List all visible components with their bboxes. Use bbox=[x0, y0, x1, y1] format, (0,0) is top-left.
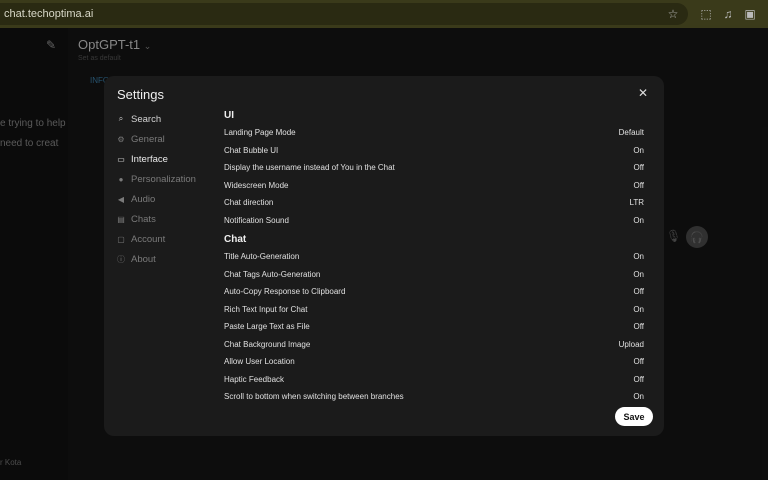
extension-icon[interactable]: ⬚ bbox=[698, 6, 714, 22]
nav-search[interactable]: ⌕ Search bbox=[116, 109, 226, 129]
setting-row: Chat direction LTR bbox=[224, 194, 644, 212]
setting-toggle[interactable]: On bbox=[633, 252, 644, 261]
settings-modal: Settings ✕ ⌕ Search ⚙ General ▭ Interfac… bbox=[104, 76, 664, 436]
notification-bell-icon[interactable]: ♫ bbox=[720, 6, 736, 22]
bookmark-star-icon[interactable]: ☆ bbox=[665, 6, 681, 22]
setting-toggle[interactable]: Off bbox=[633, 163, 644, 172]
nav-label: Interface bbox=[131, 153, 168, 165]
nav-label: Audio bbox=[131, 193, 156, 205]
setting-label: Notification Sound bbox=[224, 215, 289, 225]
setting-label: Chat direction bbox=[224, 198, 274, 208]
nav-interface[interactable]: ▭ Interface bbox=[116, 149, 226, 169]
browser-toolbar: chat.techoptima.ai ☆ ⬚ ♫ ▣ bbox=[0, 0, 768, 28]
account-icon: ▢ bbox=[117, 234, 125, 244]
monitor-icon: ▭ bbox=[117, 154, 125, 164]
setting-row: Title Auto-Generation On bbox=[224, 248, 644, 266]
setting-row: Landing Page Mode Default bbox=[224, 124, 644, 142]
nav-account[interactable]: ▢ Account bbox=[116, 229, 226, 249]
setting-row: Chat Tags Auto-Generation On bbox=[224, 266, 644, 284]
setting-toggle[interactable]: Off bbox=[633, 357, 644, 366]
setting-label: Chat Tags Auto-Generation bbox=[224, 269, 321, 279]
nav-label: About bbox=[131, 253, 156, 265]
modal-title: Settings bbox=[117, 87, 164, 102]
setting-toggle[interactable]: On bbox=[633, 216, 644, 225]
setting-row: Rich Text Input for Chat On bbox=[224, 301, 644, 319]
nav-label: Account bbox=[131, 233, 166, 245]
nav-label: Search bbox=[131, 113, 162, 125]
setting-toggle[interactable]: Off bbox=[633, 375, 644, 384]
setting-label: Chat Background Image bbox=[224, 339, 311, 349]
setting-label: Paste Large Text as File bbox=[224, 322, 310, 332]
setting-toggle[interactable]: LTR bbox=[629, 198, 644, 207]
setting-row: Scroll to bottom when switching between … bbox=[224, 388, 644, 406]
setting-toggle[interactable]: On bbox=[633, 270, 644, 279]
setting-row: Display the username instead of You in t… bbox=[224, 159, 644, 177]
setting-label: Allow User Location bbox=[224, 357, 295, 367]
setting-label: Widescreen Mode bbox=[224, 180, 289, 190]
upload-button[interactable]: Upload bbox=[619, 340, 644, 349]
nav-personalization[interactable]: ● Personalization bbox=[116, 169, 226, 189]
section-title-ui: UI bbox=[224, 110, 234, 121]
chat-icon: ▤ bbox=[117, 214, 125, 224]
setting-toggle[interactable]: Default bbox=[619, 128, 644, 137]
settings-content: UI Landing Page Mode Default Chat Bubble … bbox=[224, 108, 644, 406]
setting-label: Chat Bubble UI bbox=[224, 145, 279, 155]
setting-toggle[interactable]: Off bbox=[633, 322, 644, 331]
save-button[interactable]: Save bbox=[615, 407, 653, 426]
setting-toggle[interactable]: Off bbox=[633, 287, 644, 296]
user-icon: ● bbox=[118, 174, 124, 184]
close-icon[interactable]: ✕ bbox=[638, 87, 650, 99]
url-text: chat.techoptima.ai bbox=[4, 8, 94, 20]
setting-label: Landing Page Mode bbox=[224, 128, 296, 138]
info-icon: ⓘ bbox=[117, 254, 125, 264]
setting-label: Scroll to bottom when switching between … bbox=[224, 392, 404, 402]
setting-row: Haptic Feedback Off bbox=[224, 371, 644, 389]
search-icon: ⌕ bbox=[118, 114, 124, 123]
nav-label: General bbox=[131, 133, 165, 145]
nav-audio[interactable]: ◀ Audio bbox=[116, 189, 226, 209]
setting-row: Paste Large Text as File Off bbox=[224, 318, 644, 336]
nav-label: Chats bbox=[131, 213, 156, 225]
nav-chats[interactable]: ▤ Chats bbox=[116, 209, 226, 229]
setting-label: Rich Text Input for Chat bbox=[224, 304, 308, 314]
setting-toggle[interactable]: On bbox=[633, 146, 644, 155]
profile-extension-icon[interactable]: ▣ bbox=[742, 6, 758, 22]
section-title-chat: Chat bbox=[224, 234, 247, 245]
settings-nav: ⌕ Search ⚙ General ▭ Interface ● Persona… bbox=[116, 109, 226, 269]
nav-general[interactable]: ⚙ General bbox=[116, 129, 226, 149]
address-bar[interactable]: chat.techoptima.ai bbox=[0, 3, 688, 25]
setting-label: Auto-Copy Response to Clipboard bbox=[224, 287, 346, 297]
setting-row: Chat Background Image Upload bbox=[224, 336, 644, 354]
speaker-icon: ◀ bbox=[117, 194, 125, 204]
setting-row: Notification Sound On bbox=[224, 212, 644, 230]
nav-label: Personalization bbox=[131, 173, 196, 185]
setting-row: Auto-Copy Response to Clipboard Off bbox=[224, 283, 644, 301]
nav-about[interactable]: ⓘ About bbox=[116, 249, 226, 269]
setting-label: Haptic Feedback bbox=[224, 374, 285, 384]
gear-icon: ⚙ bbox=[117, 134, 125, 144]
setting-label: Title Auto-Generation bbox=[224, 252, 300, 262]
setting-label: Display the username instead of You in t… bbox=[224, 163, 395, 173]
setting-row: Widescreen Mode Off bbox=[224, 177, 644, 195]
setting-toggle[interactable]: Off bbox=[633, 181, 644, 190]
setting-row: Chat Bubble UI On bbox=[224, 142, 644, 160]
setting-toggle[interactable]: On bbox=[633, 305, 644, 314]
setting-toggle[interactable]: On bbox=[633, 392, 644, 401]
setting-row: Allow User Location Off bbox=[224, 353, 644, 371]
